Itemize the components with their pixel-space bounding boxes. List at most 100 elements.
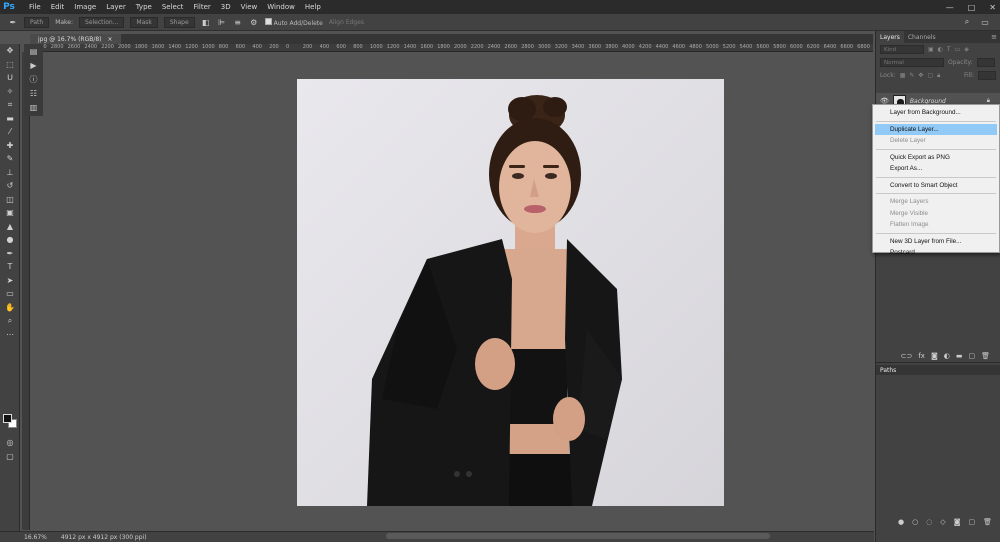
properties-panel-icon[interactable]: ☷: [24, 86, 43, 100]
adjustments-panel-icon[interactable]: ▥: [24, 100, 43, 114]
minimize-button[interactable]: —: [946, 3, 954, 12]
path-arrangement-icon[interactable]: ≡: [233, 17, 243, 27]
history-brush-tool-icon[interactable]: ↺: [0, 179, 20, 193]
foreground-color-swatch[interactable]: [3, 414, 12, 423]
horizontal-scrollbar[interactable]: [386, 533, 770, 539]
search-icon[interactable]: ⌕: [962, 17, 972, 27]
pen-tool-preset-icon[interactable]: ✒: [8, 17, 18, 27]
menu-postcard[interactable]: Postcard: [873, 247, 999, 259]
clone-stamp-tool-icon[interactable]: ⊥: [0, 166, 20, 180]
crop-tool-icon[interactable]: ⌗: [0, 98, 20, 112]
menu-filter[interactable]: Filter: [188, 3, 215, 11]
opacity-field[interactable]: [976, 58, 995, 67]
adjustment-layer-icon[interactable]: ◐: [944, 352, 950, 360]
menu-duplicate-layer[interactable]: Duplicate Layer...: [875, 123, 997, 135]
brush-tool-icon[interactable]: ✎: [0, 152, 20, 166]
lock-artboard-icon[interactable]: ▢: [927, 72, 933, 79]
workspace-icon[interactable]: ▭: [980, 17, 990, 27]
gear-icon[interactable]: ⚙: [249, 17, 259, 27]
eyedropper-tool-icon[interactable]: ⁄: [0, 125, 20, 139]
mode-select[interactable]: Path: [24, 16, 50, 28]
selection-button[interactable]: Selection...: [79, 16, 125, 28]
align-edges-checkbox[interactable]: Align Edges: [329, 19, 364, 26]
lock-image-icon[interactable]: ✎: [909, 72, 914, 79]
path-selection-tool-icon[interactable]: ➤: [0, 274, 20, 288]
blend-mode-select[interactable]: Normal: [880, 58, 944, 67]
kind-filter-select[interactable]: Kind: [880, 45, 924, 54]
zoom-tool-icon[interactable]: ⌕: [0, 314, 20, 328]
menu-select[interactable]: Select: [157, 3, 189, 11]
lasso-tool-icon[interactable]: ᑌ: [0, 71, 20, 85]
path-alignment-icon[interactable]: ⊫: [217, 17, 227, 27]
info-panel-icon[interactable]: ⓘ: [24, 72, 43, 86]
filter-pixel-icon[interactable]: ▣: [928, 46, 934, 53]
menu-delete-layer[interactable]: Delete Layer: [873, 135, 999, 147]
link-layers-icon[interactable]: ⊂⊃: [901, 352, 913, 360]
type-tool-icon[interactable]: T: [0, 260, 20, 274]
screen-mode-icon[interactable]: ▢: [0, 450, 20, 464]
frame-tool-icon[interactable]: ▬: [0, 112, 20, 126]
stroke-path-icon[interactable]: ○: [912, 518, 918, 526]
maximize-button[interactable]: □: [968, 3, 976, 12]
actions-panel-icon[interactable]: ▶: [24, 58, 43, 72]
new-group-icon[interactable]: ▬: [956, 352, 963, 360]
healing-brush-tool-icon[interactable]: ✚: [0, 139, 20, 153]
add-vector-mask-icon[interactable]: ◙: [954, 518, 961, 526]
lock-pixels-icon[interactable]: ▦: [900, 72, 906, 79]
menu-window[interactable]: Window: [262, 3, 300, 11]
fill-path-icon[interactable]: ●: [898, 518, 904, 526]
menu-edit[interactable]: Edit: [46, 3, 70, 11]
menu-merge-layers[interactable]: Merge Layers: [873, 196, 999, 208]
menu-layer-from-background[interactable]: Layer from Background...: [873, 107, 999, 119]
pen-tool-icon[interactable]: ✒: [0, 247, 20, 261]
menu-view[interactable]: View: [236, 3, 263, 11]
new-path-icon[interactable]: ▢: [968, 518, 975, 526]
tab-layers[interactable]: Layers: [876, 31, 904, 43]
menu-layer[interactable]: Layer: [101, 3, 131, 11]
edit-toolbar-icon[interactable]: ⋯: [0, 328, 20, 342]
move-tool-icon[interactable]: ✥: [0, 44, 20, 58]
menu-image[interactable]: Image: [69, 3, 101, 11]
dodge-tool-icon[interactable]: ●: [0, 233, 20, 247]
menu-type[interactable]: Type: [131, 3, 157, 11]
paths-panel-title[interactable]: Paths: [880, 367, 896, 374]
add-mask-icon[interactable]: ◙: [931, 352, 938, 360]
filter-smart-icon[interactable]: ◈: [964, 46, 969, 53]
layer-style-icon[interactable]: fx: [918, 352, 925, 360]
menu-export-as[interactable]: Export As...: [873, 163, 999, 175]
menu-new-3d-layer[interactable]: New 3D Layer from File...: [873, 236, 999, 248]
load-selection-icon[interactable]: ◌: [926, 518, 932, 526]
menu-file[interactable]: File: [24, 3, 46, 11]
hand-tool-icon[interactable]: ✋: [0, 301, 20, 315]
menu-merge-visible[interactable]: Merge Visible: [873, 208, 999, 220]
panel-menu-icon[interactable]: ≡: [991, 33, 1000, 41]
document-size[interactable]: 4912 px x 4912 px (300 ppi): [61, 534, 147, 541]
gradient-tool-icon[interactable]: ▣: [0, 206, 20, 220]
lock-position-icon[interactable]: ✥: [918, 72, 923, 79]
quick-mask-icon[interactable]: ◎: [0, 436, 20, 450]
filter-type-icon[interactable]: T: [947, 46, 951, 53]
new-layer-icon[interactable]: ▢: [968, 352, 975, 360]
document-tab[interactable]: jpg @ 16.7% (RGB/8) ×: [30, 34, 121, 44]
history-panel-icon[interactable]: ▤: [24, 44, 43, 58]
make-work-path-icon[interactable]: ◇: [940, 518, 945, 526]
close-button[interactable]: ✕: [989, 3, 996, 12]
document-canvas[interactable]: [297, 79, 724, 506]
menu-quick-export-png[interactable]: Quick Export as PNG: [873, 152, 999, 164]
menu-convert-smart-object[interactable]: Convert to Smart Object: [873, 180, 999, 192]
mask-button[interactable]: Mask: [130, 16, 158, 28]
fill-field[interactable]: [978, 71, 996, 80]
rectangle-tool-icon[interactable]: ▭: [0, 287, 20, 301]
shape-button[interactable]: Shape: [163, 16, 195, 28]
delete-path-icon[interactable]: 🗑︎: [983, 518, 992, 526]
delete-layer-icon[interactable]: 🗑︎: [981, 352, 990, 360]
filter-adjustment-icon[interactable]: ◐: [938, 46, 943, 53]
auto-add-delete-checkbox[interactable]: Auto Add/Delete: [264, 17, 323, 27]
eraser-tool-icon[interactable]: ◫: [0, 193, 20, 207]
path-operations-icon[interactable]: ◧: [201, 17, 211, 27]
zoom-level[interactable]: 16.67%: [24, 534, 47, 541]
document-tab-close[interactable]: ×: [108, 36, 113, 43]
marquee-tool-icon[interactable]: ⬚: [0, 58, 20, 72]
lock-all-icon[interactable]: 🔒︎: [937, 72, 940, 80]
blur-tool-icon[interactable]: ▲: [0, 220, 20, 234]
